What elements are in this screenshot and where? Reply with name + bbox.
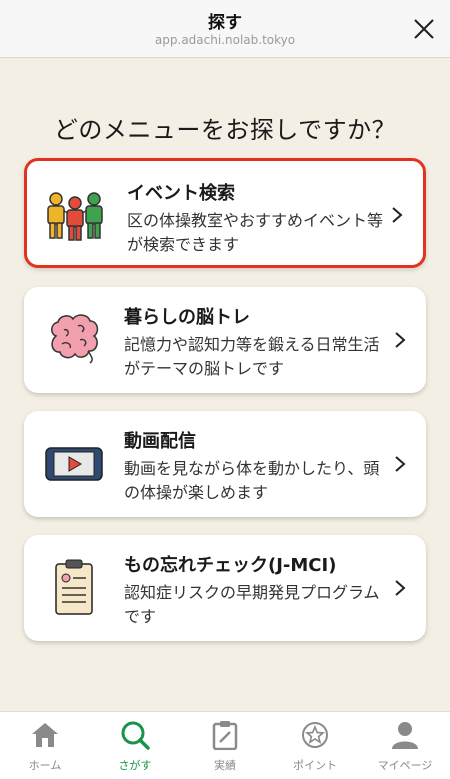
nav-home[interactable]: ホーム (0, 712, 90, 779)
nav-points-label: ポイント (293, 759, 337, 772)
bottom-nav: ホーム さがす 実績 ポイント マイページ (0, 711, 450, 779)
brain-training-title: 暮らしの脳トレ (124, 307, 250, 328)
event-search-card[interactable]: イベント検索 区の体操教室やおすすめイベント等が検索できます (24, 158, 426, 268)
close-icon[interactable] (412, 17, 436, 41)
chevron-right-icon (395, 332, 406, 348)
event-search-description: 区の体操教室やおすすめイベント等が検索できます (127, 211, 384, 254)
brain-icon (51, 314, 99, 364)
chevron-right-icon (392, 207, 403, 223)
chevron-right-icon (395, 580, 406, 596)
event-search-title: イベント検索 (127, 183, 235, 204)
user-icon (392, 722, 418, 749)
clipboard-checklist-icon (55, 559, 93, 615)
chevron-right-icon (395, 456, 406, 472)
clipboard-edit-icon (212, 721, 238, 750)
nav-mypage[interactable]: マイページ (360, 712, 450, 779)
video-title: 動画配信 (124, 431, 196, 452)
search-icon (121, 721, 150, 750)
video-card[interactable]: 動画配信 動画を見ながら体を動かしたり、頭の体操が楽しめます (24, 411, 426, 517)
nav-search-label: さがす (118, 759, 152, 772)
nav-points[interactable]: ポイント (270, 712, 360, 779)
nav-records[interactable]: 実績 (180, 712, 270, 779)
home-icon (32, 723, 58, 747)
page-url: app.adachi.nolab.tokyo (154, 33, 296, 47)
menu-question: どのメニューをお探しですか？ (53, 116, 397, 144)
nav-search[interactable]: さがす (90, 712, 180, 779)
video-play-icon (45, 447, 103, 481)
video-description: 動画を見ながら体を動かしたり、頭の体操が楽しめます (124, 459, 380, 502)
brain-training-card[interactable]: 暮らしの脳トレ 記憶力や認知力等を鍛える日常生活がテーマの脳トレです (24, 287, 426, 393)
nav-records-label: 実績 (214, 759, 236, 772)
memory-check-card[interactable]: もの忘れチェック(J-MCI) 認知症リスクの早期発見プログラムです (24, 535, 426, 641)
star-coin-icon (302, 722, 328, 748)
nav-home-label: ホーム (28, 759, 62, 772)
brain-training-description: 記憶力や認知力等を鍛える日常生活がテーマの脳トレです (124, 335, 380, 378)
memory-check-description: 認知症リスクの早期発見プログラムです (124, 583, 380, 626)
people-group-icon (47, 192, 103, 241)
memory-check-title: もの忘れチェック(J-MCI) (124, 555, 337, 576)
page-title: 探す (208, 13, 242, 33)
nav-mypage-label: マイページ (377, 759, 433, 772)
app-header: 探す app.adachi.nolab.tokyo (0, 0, 450, 58)
